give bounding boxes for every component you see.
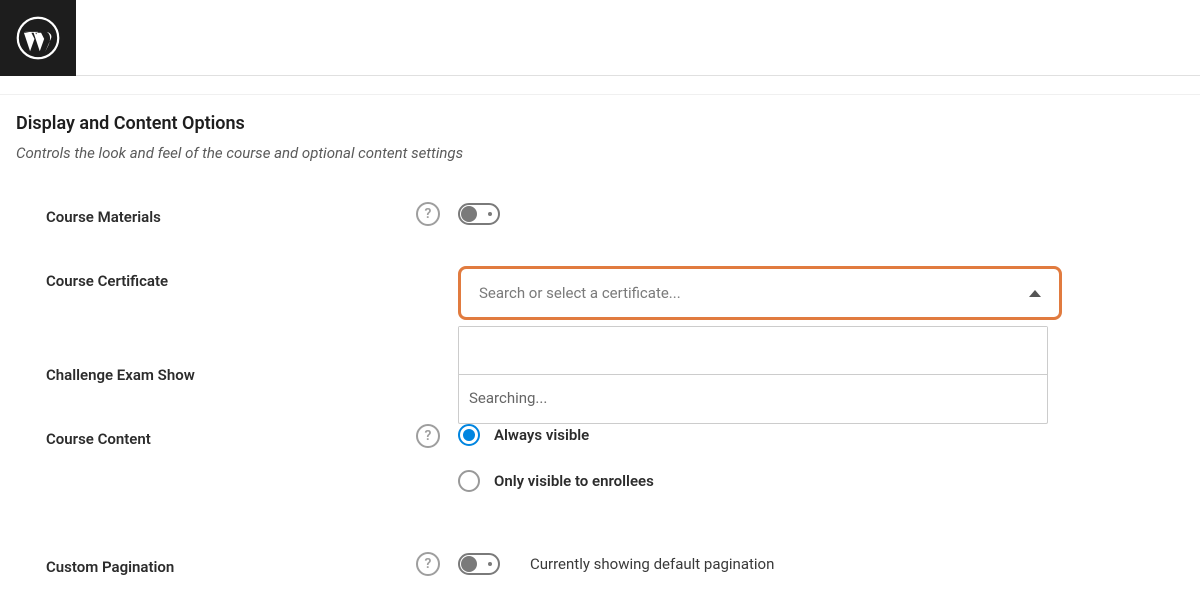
wordpress-icon <box>16 16 60 60</box>
row-course-content: Course Content ? Always visible Only vis… <box>16 424 1200 492</box>
certificate-dropdown[interactable]: Search or select a certificate... <box>458 266 1062 320</box>
label-course-materials: Course Materials <box>46 202 416 226</box>
label-course-certificate: Course Certificate <box>46 266 416 290</box>
toggle-course-materials[interactable] <box>458 203 500 225</box>
dropdown-panel: Searching... <box>458 326 1048 424</box>
toggle-knob <box>461 206 477 222</box>
label-course-content: Course Content <box>46 424 416 448</box>
toggle-dot <box>488 562 492 566</box>
search-status: Searching... <box>459 375 1047 423</box>
radio-always-visible[interactable]: Always visible <box>458 424 654 446</box>
section-description: Controls the look and feel of the course… <box>16 144 1200 162</box>
row-custom-pagination: Custom Pagination ? Currently showing de… <box>16 552 1200 576</box>
help-icon[interactable]: ? <box>416 202 440 226</box>
help-icon[interactable]: ? <box>416 424 440 448</box>
toggle-dot <box>488 212 492 216</box>
certificate-search-input[interactable] <box>459 327 1047 375</box>
content-area: Display and Content Options Controls the… <box>0 94 1200 576</box>
section-title: Display and Content Options <box>16 113 1200 134</box>
row-course-materials: Course Materials ? <box>16 202 1200 226</box>
radio-button[interactable] <box>458 424 480 446</box>
help-icon[interactable]: ? <box>416 552 440 576</box>
label-challenge-exam: Challenge Exam Show <box>46 360 416 384</box>
radio-button[interactable] <box>458 470 480 492</box>
radio-label: Only visible to enrollees <box>494 472 654 490</box>
dropdown-placeholder: Search or select a certificate... <box>479 284 681 302</box>
row-course-certificate: Course Certificate Search or select a ce… <box>16 266 1200 320</box>
radio-label: Always visible <box>494 426 589 444</box>
header-bar <box>0 0 1200 76</box>
wordpress-logo[interactable] <box>0 0 76 76</box>
radio-only-enrollees[interactable]: Only visible to enrollees <box>458 470 654 492</box>
pagination-status: Currently showing default pagination <box>530 555 774 573</box>
radio-inner <box>463 429 475 441</box>
toggle-knob <box>461 556 477 572</box>
toggle-custom-pagination[interactable] <box>458 553 500 575</box>
chevron-up-icon <box>1029 290 1041 297</box>
label-custom-pagination: Custom Pagination <box>46 552 416 576</box>
